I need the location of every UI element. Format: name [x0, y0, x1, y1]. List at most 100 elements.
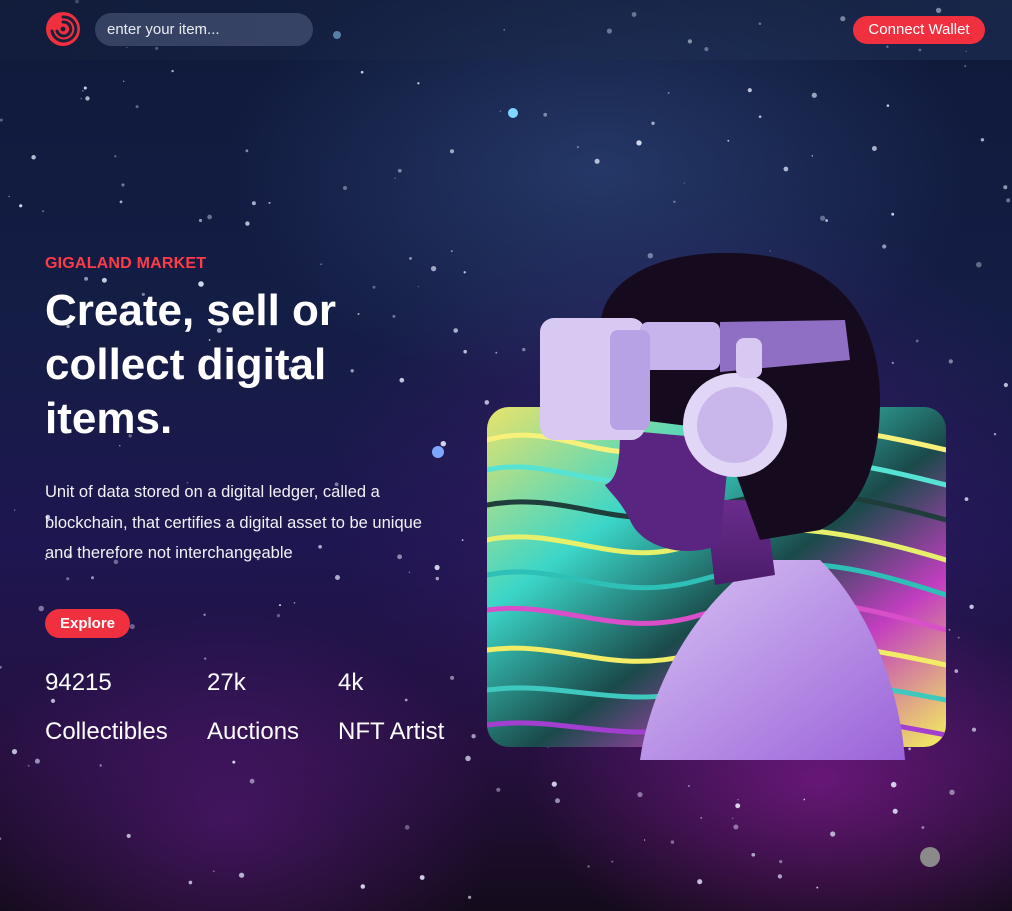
star	[886, 104, 890, 107]
star	[84, 276, 89, 281]
star	[0, 118, 3, 122]
star	[91, 576, 94, 580]
star	[971, 727, 977, 732]
star	[419, 875, 425, 880]
stat-value: 27k	[207, 669, 246, 696]
star	[198, 218, 203, 223]
star	[891, 212, 895, 216]
star	[119, 200, 123, 204]
star	[555, 798, 560, 804]
star	[449, 149, 455, 154]
star	[465, 755, 471, 762]
star	[99, 764, 102, 767]
star	[949, 789, 955, 795]
star	[803, 798, 806, 801]
star	[203, 657, 207, 660]
star	[249, 778, 255, 784]
star	[435, 576, 440, 581]
star	[921, 826, 925, 829]
star	[122, 80, 125, 83]
connect-wallet-button[interactable]: Connect Wallet	[853, 16, 985, 44]
stat-label: Auctions	[207, 718, 300, 745]
star	[450, 250, 453, 253]
star	[31, 155, 36, 160]
explore-button[interactable]: Explore	[45, 609, 130, 638]
star	[114, 155, 117, 158]
star	[11, 749, 18, 755]
star	[129, 624, 135, 630]
star	[397, 168, 402, 173]
star	[394, 177, 396, 179]
stat-label: Collectibles	[45, 718, 168, 745]
star	[463, 271, 466, 274]
star	[976, 261, 982, 268]
star	[830, 831, 836, 837]
star	[0, 665, 2, 669]
stat-collectibles: 94215 Collectibles	[45, 668, 168, 747]
star	[121, 183, 125, 187]
star	[683, 182, 685, 184]
star	[434, 564, 440, 571]
star	[1006, 198, 1011, 203]
page-title: Create, sell or collect digital items.	[45, 286, 337, 443]
star	[733, 824, 739, 830]
star	[727, 139, 730, 142]
star	[643, 839, 646, 841]
star	[468, 895, 472, 899]
star	[513, 110, 516, 113]
star	[85, 96, 90, 101]
star	[101, 277, 107, 283]
stat-value: 94215	[45, 669, 112, 696]
marketplace-eyebrow: GIGALAND MARKET	[45, 255, 207, 272]
star	[651, 121, 655, 125]
star	[27, 764, 30, 767]
star	[0, 837, 2, 841]
star	[360, 70, 364, 74]
star	[811, 155, 814, 157]
search-input[interactable]	[95, 13, 313, 46]
star	[587, 865, 590, 868]
star	[417, 82, 420, 85]
star	[667, 92, 670, 94]
star	[499, 110, 502, 112]
star	[453, 328, 459, 333]
stat-label: NFT Artist	[338, 718, 445, 745]
star	[783, 166, 789, 172]
star	[360, 884, 366, 889]
star	[343, 186, 347, 190]
star	[737, 798, 739, 801]
star	[697, 879, 703, 885]
star	[83, 86, 87, 90]
star	[463, 349, 467, 354]
star	[1003, 382, 1008, 388]
star	[207, 214, 212, 220]
star	[543, 112, 548, 117]
star	[171, 69, 174, 73]
star	[576, 146, 579, 149]
star	[80, 97, 82, 100]
star	[251, 201, 256, 206]
star	[820, 215, 826, 221]
star	[551, 781, 557, 787]
swirl-logo-icon[interactable]	[44, 10, 82, 48]
star	[496, 787, 501, 792]
star	[404, 825, 410, 830]
star	[34, 758, 40, 764]
star	[700, 816, 703, 819]
star	[245, 221, 250, 226]
stat-value: 4k	[338, 669, 364, 696]
star	[440, 440, 447, 447]
star	[1003, 185, 1008, 190]
star	[980, 138, 985, 142]
star	[450, 675, 455, 680]
star	[636, 140, 642, 146]
star	[417, 285, 420, 288]
star	[408, 571, 411, 574]
star	[238, 872, 245, 878]
star	[232, 760, 236, 764]
star	[670, 840, 675, 844]
star	[594, 158, 600, 164]
glow-star	[508, 108, 518, 118]
star	[126, 833, 131, 838]
star	[135, 105, 139, 109]
